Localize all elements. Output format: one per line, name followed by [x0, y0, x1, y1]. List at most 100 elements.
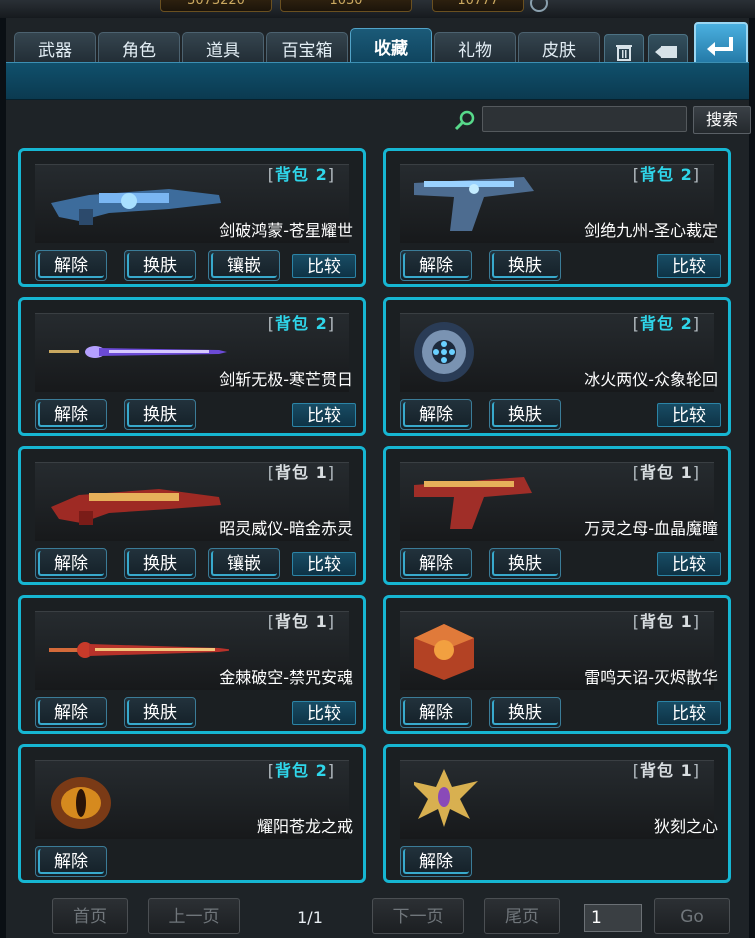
bag-prefix: 背包 [640, 612, 675, 631]
bracket-left: [ [267, 463, 276, 482]
banner-strip [6, 62, 749, 100]
compare-button[interactable]: 比较 [657, 403, 721, 427]
prev-page-button[interactable]: 上一页 [148, 898, 240, 934]
go-button[interactable]: Go [654, 898, 730, 934]
bracket-right: ] [327, 761, 335, 780]
remove-button[interactable]: 解除 [35, 399, 107, 430]
bag-label: [背包 1] [268, 608, 335, 632]
remove-button[interactable]: 解除 [400, 697, 472, 728]
next-page-button[interactable]: 下一页 [372, 898, 464, 934]
item-name: 雷鸣天诏-灭烬散华 [584, 668, 718, 687]
compare-button[interactable]: 比较 [292, 552, 356, 576]
bag-label: [背包 2] [268, 310, 335, 334]
bracket-left: [ [267, 314, 276, 333]
skin-button[interactable]: 换肤 [489, 548, 561, 579]
bag-prefix: 背包 [275, 463, 310, 482]
bracket-right: ] [692, 761, 700, 780]
item-name: 狄刻之心 [653, 817, 718, 836]
favorite-item-card: [背包 2] 剑绝九州-圣心裁定 解除 换肤 比较 [383, 148, 731, 287]
skin-button[interactable]: 换肤 [489, 399, 561, 430]
last-page-button[interactable]: 尾页 [484, 898, 560, 934]
search-input[interactable] [482, 106, 687, 132]
return-arrow-icon [707, 37, 733, 56]
compare-button[interactable]: 比较 [292, 701, 356, 725]
bracket-right: ] [327, 612, 335, 631]
bracket-left: [ [632, 612, 641, 631]
item-image [49, 173, 229, 233]
bag-prefix: 背包 [275, 761, 310, 780]
currency-stat: 1030 [280, 0, 412, 12]
inlay-button[interactable]: 镶嵌 [208, 548, 280, 579]
bag-number: 2 [680, 165, 693, 184]
bracket-right: ] [327, 463, 335, 482]
skin-button[interactable]: 换肤 [124, 399, 196, 430]
item-image [414, 322, 594, 382]
bracket-left: [ [632, 761, 641, 780]
favorite-item-card: [背包 1] 狄刻之心解除 [383, 744, 731, 883]
item-image [414, 173, 594, 233]
item-name: 万灵之母-血晶魔瞳 [584, 519, 718, 538]
skin-button[interactable]: 换肤 [124, 548, 196, 579]
bracket-right: ] [692, 314, 700, 333]
favorite-item-card: [背包 2] 耀阳苍龙之戒解除 [18, 744, 366, 883]
page-indicator: 1/1 [297, 908, 323, 927]
bag-number: 2 [680, 314, 693, 333]
bracket-left: [ [632, 165, 641, 184]
item-name: 剑破鸿蒙-苍星耀世 [219, 221, 353, 240]
item-name: 昭灵威仪-暗金赤灵 [219, 519, 353, 538]
bracket-right: ] [692, 463, 700, 482]
bracket-left: [ [632, 463, 641, 482]
compare-button[interactable]: 比较 [657, 254, 721, 278]
page-number-input[interactable] [584, 904, 642, 932]
item-name: 金棘破空-禁咒安魂 [219, 668, 353, 687]
remove-button[interactable]: 解除 [400, 846, 472, 877]
remove-button[interactable]: 解除 [400, 548, 472, 579]
bag-label: [背包 2] [268, 161, 335, 185]
search-button[interactable]: 搜索 [693, 106, 751, 134]
bag-prefix: 背包 [640, 165, 675, 184]
bag-number: 1 [315, 612, 328, 631]
remove-button[interactable]: 解除 [35, 250, 107, 281]
top-resource-bar: 3073220 1030 10777 [0, 0, 755, 18]
bag-label: [背包 2] [268, 757, 335, 781]
bag-number: 2 [315, 314, 328, 333]
skin-button[interactable]: 换肤 [489, 697, 561, 728]
favorite-item-card: [背包 1] 万灵之母-血晶魔瞳解除 换肤 比较 [383, 446, 731, 585]
bracket-right: ] [327, 314, 335, 333]
remove-button[interactable]: 解除 [400, 250, 472, 281]
item-image [49, 620, 235, 680]
remove-button[interactable]: 解除 [35, 548, 107, 579]
bag-prefix: 背包 [275, 612, 310, 631]
bag-prefix: 背包 [640, 761, 675, 780]
currency-stat: 3073220 [160, 0, 272, 12]
inlay-button[interactable]: 镶嵌 [208, 250, 280, 281]
favorite-item-card: [背包 2] 冰火两仪-众象轮回 解除 换肤 比较 [383, 297, 731, 436]
bag-number: 1 [680, 761, 693, 780]
bag-label: [背包 1] [633, 459, 700, 483]
skin-button[interactable]: 换肤 [124, 697, 196, 728]
bracket-left: [ [267, 612, 276, 631]
remove-button[interactable]: 解除 [35, 697, 107, 728]
first-page-button[interactable]: 首页 [52, 898, 128, 934]
compare-button[interactable]: 比较 [657, 701, 721, 725]
favorite-item-card: [背包 2] 剑斩无极-寒芒贯日 解除 换肤 比较 [18, 297, 366, 436]
compare-button[interactable]: 比较 [292, 403, 356, 427]
bracket-right: ] [692, 165, 700, 184]
bag-prefix: 背包 [640, 463, 675, 482]
bag-label: [背包 1] [633, 608, 700, 632]
remove-button[interactable]: 解除 [400, 399, 472, 430]
item-image [414, 471, 594, 531]
skin-button[interactable]: 换肤 [489, 250, 561, 281]
item-name: 耀阳苍龙之戒 [256, 817, 353, 836]
bag-prefix: 背包 [275, 314, 310, 333]
skin-button[interactable]: 换肤 [124, 250, 196, 281]
favorite-item-card: [背包 1] 金棘破空-禁咒安魂解除 换肤 比较 [18, 595, 366, 734]
compare-button[interactable]: 比较 [657, 552, 721, 576]
item-name: 冰火两仪-众象轮回 [584, 370, 718, 389]
favorite-item-card: [背包 1] 雷鸣天诏-灭烬散华解除 换肤 比较 [383, 595, 731, 734]
item-image [49, 471, 229, 531]
bag-label: [背包 1] [268, 459, 335, 483]
currency-stat: 10777 [432, 0, 524, 12]
compare-button[interactable]: 比较 [292, 254, 356, 278]
remove-button[interactable]: 解除 [35, 846, 107, 877]
